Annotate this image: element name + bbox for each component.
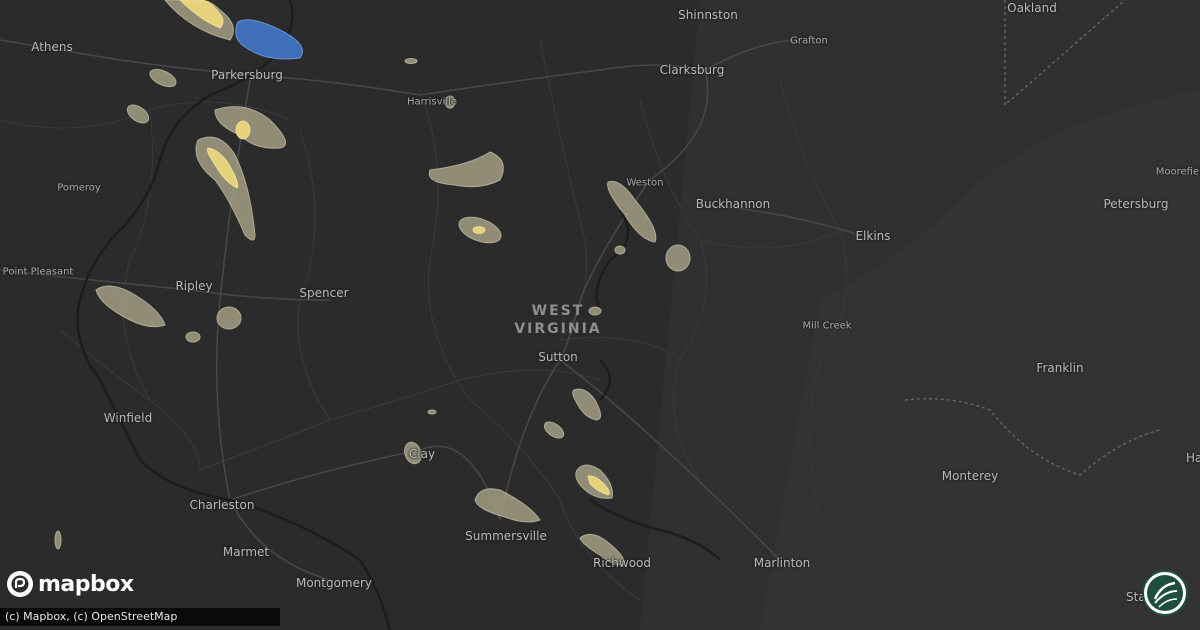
mapbox-logo-icon (7, 571, 33, 597)
swath-18 (543, 421, 565, 439)
city-label-grafton: Grafton (790, 35, 828, 47)
swath-10 (95, 285, 166, 328)
city-label-summersville: Summersville (465, 529, 547, 543)
city-label-weston: Weston (626, 177, 664, 189)
swath-9 (404, 58, 418, 64)
city-label-harrisonburg-clip: Harrisonburg (1186, 450, 1200, 466)
swath-15 (614, 245, 626, 255)
city-label-clay: Clay (408, 447, 436, 461)
swath-11 (216, 306, 242, 330)
swath-2 (149, 68, 177, 88)
swath-core-4 (472, 226, 486, 234)
city-label-sutton: Sutton (538, 350, 578, 364)
city-label-charleston: Charleston (189, 498, 255, 512)
swath-blue-1 (235, 19, 303, 60)
city-label-clarksburg: Clarksburg (659, 63, 725, 77)
city-label-mill-creek: Mill Creek (802, 320, 852, 332)
city-label-ripley: Ripley (175, 279, 213, 293)
city-label-elkins: Elkins (855, 229, 891, 243)
city-label-point-pleasant: Point Pleasant (2, 266, 74, 278)
city-label-winfield: Winfield (103, 411, 153, 425)
swath-14 (665, 244, 691, 272)
city-label-franklin: Franklin (1036, 361, 1084, 375)
city-label-harrisonburg: Harrisonburg (1186, 451, 1200, 465)
brand-badge-icon (1142, 570, 1188, 616)
swath-17 (572, 388, 601, 421)
map-attribution[interactable]: (c) Mapbox, (c) OpenStreetMap (0, 608, 280, 626)
city-label-parkersburg: Parkersburg (211, 68, 283, 82)
swath-3 (126, 104, 150, 124)
city-label-shinnston: Shinnston (678, 8, 738, 22)
city-label-montgomery: Montgomery (295, 576, 373, 590)
map-canvas[interactable]: WEST VIRGINIA Shinnston Oakland Grafton … (0, 0, 1200, 630)
city-label-oakland: Oakland (1007, 1, 1057, 15)
swath-6 (428, 151, 504, 188)
mapbox-logo[interactable]: mapbox (6, 570, 134, 598)
city-label-petersburg: Petersburg (1103, 197, 1169, 211)
city-label-monterey: Monterey (941, 469, 999, 483)
swath-22 (474, 488, 541, 523)
city-label-harrisville: Harrisville (406, 96, 458, 108)
city-label-spencer: Spencer (299, 286, 349, 300)
city-label-marmet: Marmet (222, 545, 270, 559)
swath-13 (607, 180, 657, 243)
city-label-richwood: Richwood (593, 556, 651, 570)
swath-4 (214, 106, 287, 149)
swath-24 (54, 530, 62, 550)
city-label-moorefield: Moorefield (1155, 166, 1200, 178)
city-label-buckhannon: Buckhannon (695, 197, 771, 211)
swath-5 (195, 136, 256, 241)
city-label-athens: Athens (31, 40, 73, 54)
swath-19 (427, 409, 437, 415)
swath-core-2 (235, 120, 251, 140)
state-label: WEST VIRGINIA (514, 303, 602, 337)
city-label-marlinton: Marlinton (753, 556, 811, 570)
city-label-pomeroy: Pomeroy (57, 182, 101, 194)
mapbox-logo-text: mapbox (38, 571, 134, 597)
swath-12 (185, 331, 201, 343)
